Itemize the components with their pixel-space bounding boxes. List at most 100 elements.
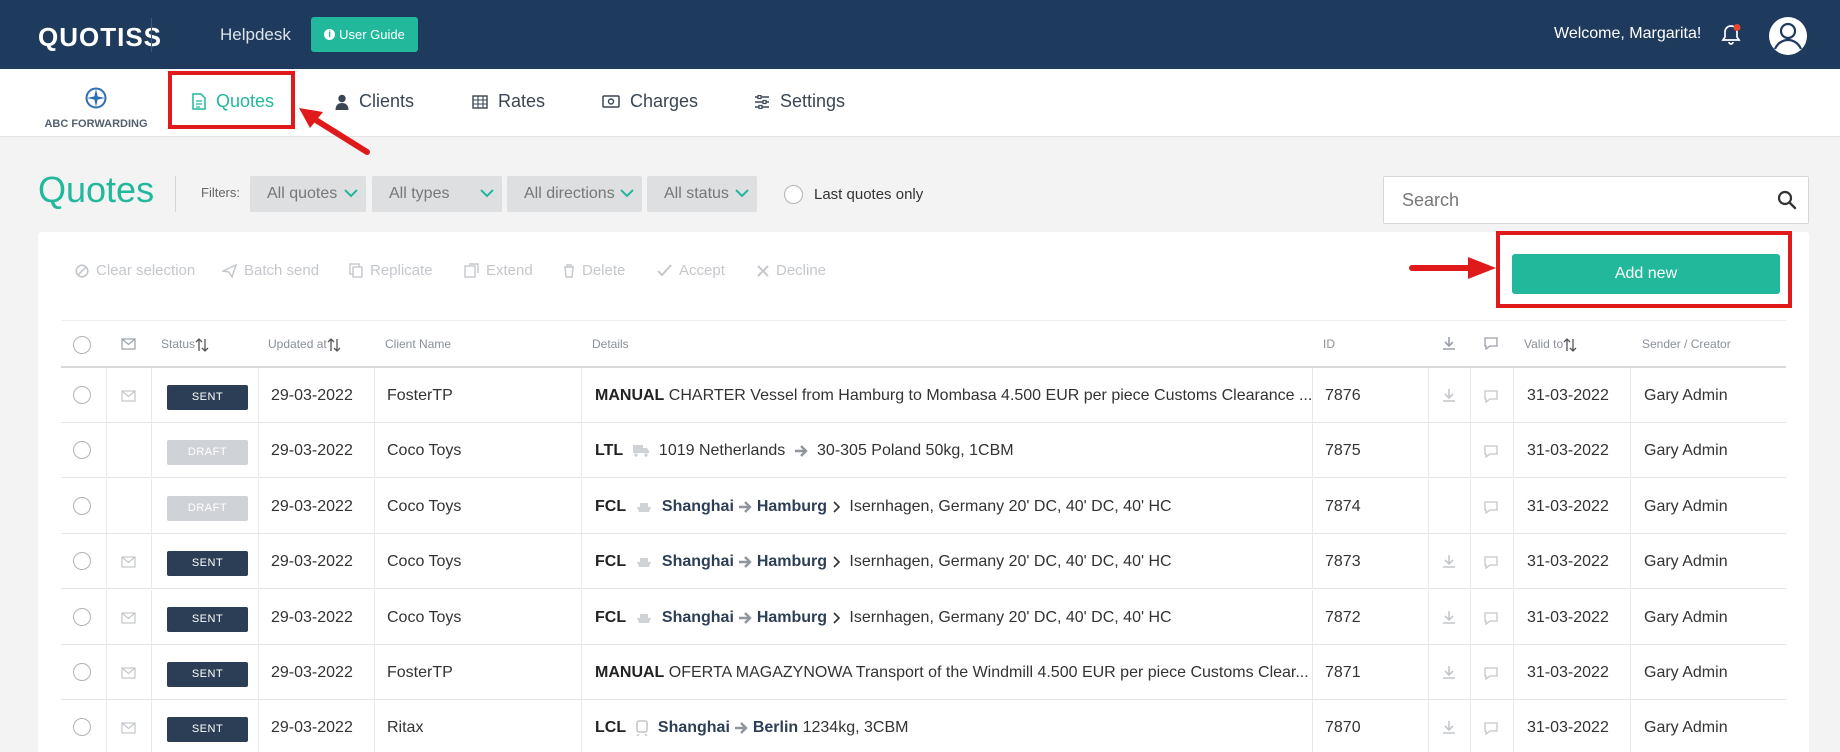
user-guide-label: User Guide: [339, 27, 405, 42]
check-icon: [657, 264, 672, 277]
details-cell[interactable]: MANUAL OFERTA MAGAZYNOWA Transport of th…: [595, 645, 1360, 700]
column-status[interactable]: Status: [161, 337, 209, 352]
client-name-cell[interactable]: Coco Toys: [387, 423, 461, 478]
table-row[interactable]: SENT 29-03-2022 Ritax LCL Shanghai Berli…: [61, 700, 1786, 752]
client-name-cell[interactable]: FosterTP: [387, 645, 453, 700]
client-name-cell[interactable]: Coco Toys: [387, 534, 461, 589]
filter-status-value: All status: [664, 185, 729, 202]
column-divider: [1428, 479, 1429, 534]
destination-city: Berlin: [752, 719, 799, 736]
column-divider: [374, 368, 375, 423]
column-status-label: Status: [161, 337, 196, 351]
table-row[interactable]: SENT 29-03-2022 FosterTP MANUAL OFERTA M…: [61, 645, 1786, 700]
details-cell[interactable]: LCL Shanghai Berlin 1234kg, 3CBM: [595, 700, 1360, 752]
row-select-radio[interactable]: [73, 608, 91, 626]
comment-icon[interactable]: [1483, 722, 1499, 736]
comment-icon[interactable]: [1483, 390, 1499, 404]
column-divider: [1312, 534, 1313, 589]
select-all-radio[interactable]: [73, 336, 91, 354]
download-icon[interactable]: [1442, 610, 1456, 624]
comment-icon[interactable]: [1483, 501, 1499, 515]
column-updated-at[interactable]: Updated at: [268, 337, 341, 352]
client-name-cell[interactable]: FosterTP: [387, 368, 453, 423]
column-divider: [1428, 700, 1429, 752]
status-badge: SENT: [167, 551, 248, 576]
column-divider: [151, 423, 152, 478]
user-guide-button[interactable]: i User Guide: [311, 17, 418, 52]
client-name-cell[interactable]: Ritax: [387, 700, 423, 752]
replicate-button[interactable]: Replicate: [349, 262, 433, 279]
sent-indicator: [121, 611, 136, 629]
row-select-radio[interactable]: [73, 718, 91, 736]
sender-cell: Gary Admin: [1644, 387, 1728, 404]
filter-quotes-dropdown[interactable]: All quotes: [250, 176, 366, 212]
column-divider: [581, 479, 582, 534]
comment-icon[interactable]: [1483, 667, 1499, 681]
last-quotes-only-toggle[interactable]: Last quotes only: [784, 185, 923, 204]
row-select-radio[interactable]: [73, 386, 91, 404]
row-select-radio[interactable]: [73, 552, 91, 570]
ship-icon: [637, 557, 651, 567]
valid-to-cell: 31-03-2022: [1527, 553, 1609, 570]
filter-status-dropdown[interactable]: All status: [647, 176, 757, 212]
accept-button[interactable]: Accept: [657, 262, 725, 279]
helpdesk-link[interactable]: Helpdesk: [220, 25, 291, 45]
last-quotes-radio[interactable]: [784, 185, 803, 204]
origin-city: Shanghai: [661, 498, 734, 515]
comment-cell: [1483, 667, 1499, 685]
column-divider: [1513, 645, 1514, 700]
batch-send-button[interactable]: Batch send: [222, 262, 319, 279]
decline-button[interactable]: Decline: [757, 262, 826, 279]
search-icon[interactable]: [1777, 190, 1797, 210]
updated-at-cell: 29-03-2022: [271, 498, 353, 515]
user-avatar-icon[interactable]: [1768, 16, 1808, 56]
filter-directions-dropdown[interactable]: All directions: [507, 176, 642, 212]
delete-button[interactable]: Delete: [563, 262, 625, 279]
download-icon[interactable]: [1442, 554, 1456, 568]
filter-types-dropdown[interactable]: All types: [372, 176, 502, 212]
search-input[interactable]: [1402, 190, 1762, 211]
quotiss-logo[interactable]: QUOTISS: [38, 22, 162, 53]
download-icon[interactable]: [1442, 665, 1456, 679]
nav-settings[interactable]: Settings: [754, 91, 845, 112]
details-cell[interactable]: LTL 1019 Netherlands 30-305 Poland 50kg,…: [595, 423, 1360, 478]
row-select-radio[interactable]: [73, 663, 91, 681]
row-select-radio[interactable]: [73, 441, 91, 459]
download-icon[interactable]: [1442, 388, 1456, 402]
column-divider: [1630, 368, 1631, 423]
sent-indicator: [121, 389, 136, 407]
mode-label: FCL: [595, 498, 627, 515]
clear-selection-button[interactable]: Clear selection: [75, 262, 195, 279]
divider: [175, 176, 176, 212]
notification-bell-icon[interactable]: [1719, 23, 1743, 47]
client-name-cell[interactable]: Coco Toys: [387, 590, 461, 645]
table-row[interactable]: SENT 29-03-2022 Coco Toys FCL Shanghai H…: [61, 534, 1786, 589]
nav-rates[interactable]: Rates: [472, 91, 545, 112]
table-row[interactable]: DRAFT 29-03-2022 Coco Toys LTL 1019 Neth…: [61, 423, 1786, 478]
comment-icon[interactable]: [1483, 612, 1499, 626]
comment-icon[interactable]: [1483, 556, 1499, 570]
comment-icon[interactable]: [1483, 445, 1499, 459]
column-valid-to-label: Valid to: [1524, 337, 1564, 351]
column-valid-to[interactable]: Valid to: [1524, 337, 1577, 352]
table-row[interactable]: DRAFT 29-03-2022 Coco Toys FCL Shanghai …: [61, 479, 1786, 534]
column-divider: [258, 423, 259, 478]
nav-charges[interactable]: Charges: [602, 91, 698, 112]
table-row[interactable]: SENT 29-03-2022 FosterTP MANUAL CHARTER …: [61, 368, 1786, 423]
status-badge: DRAFT: [167, 496, 248, 521]
client-name-cell[interactable]: Coco Toys: [387, 479, 461, 534]
row-select-radio[interactable]: [73, 497, 91, 515]
details-cell[interactable]: FCL Shanghai Hamburg Isernhagen, Germany…: [595, 534, 1360, 589]
column-divider: [258, 700, 259, 752]
updated-at-cell: 29-03-2022: [271, 664, 353, 681]
updated-at-cell: 29-03-2022: [271, 442, 353, 459]
details-cell[interactable]: FCL Shanghai Hamburg Isernhagen, Germany…: [595, 590, 1360, 645]
mode-label: FCL: [595, 553, 627, 570]
column-client-name[interactable]: Client Name: [385, 337, 451, 351]
column-divider: [374, 590, 375, 645]
details-cell[interactable]: FCL Shanghai Hamburg Isernhagen, Germany…: [595, 479, 1360, 534]
extend-button[interactable]: Extend: [464, 262, 533, 279]
details-cell[interactable]: MANUAL CHARTER Vessel from Hamburg to Mo…: [595, 368, 1360, 423]
download-icon[interactable]: [1442, 720, 1456, 734]
table-row[interactable]: SENT 29-03-2022 Coco Toys FCL Shanghai H…: [61, 590, 1786, 645]
